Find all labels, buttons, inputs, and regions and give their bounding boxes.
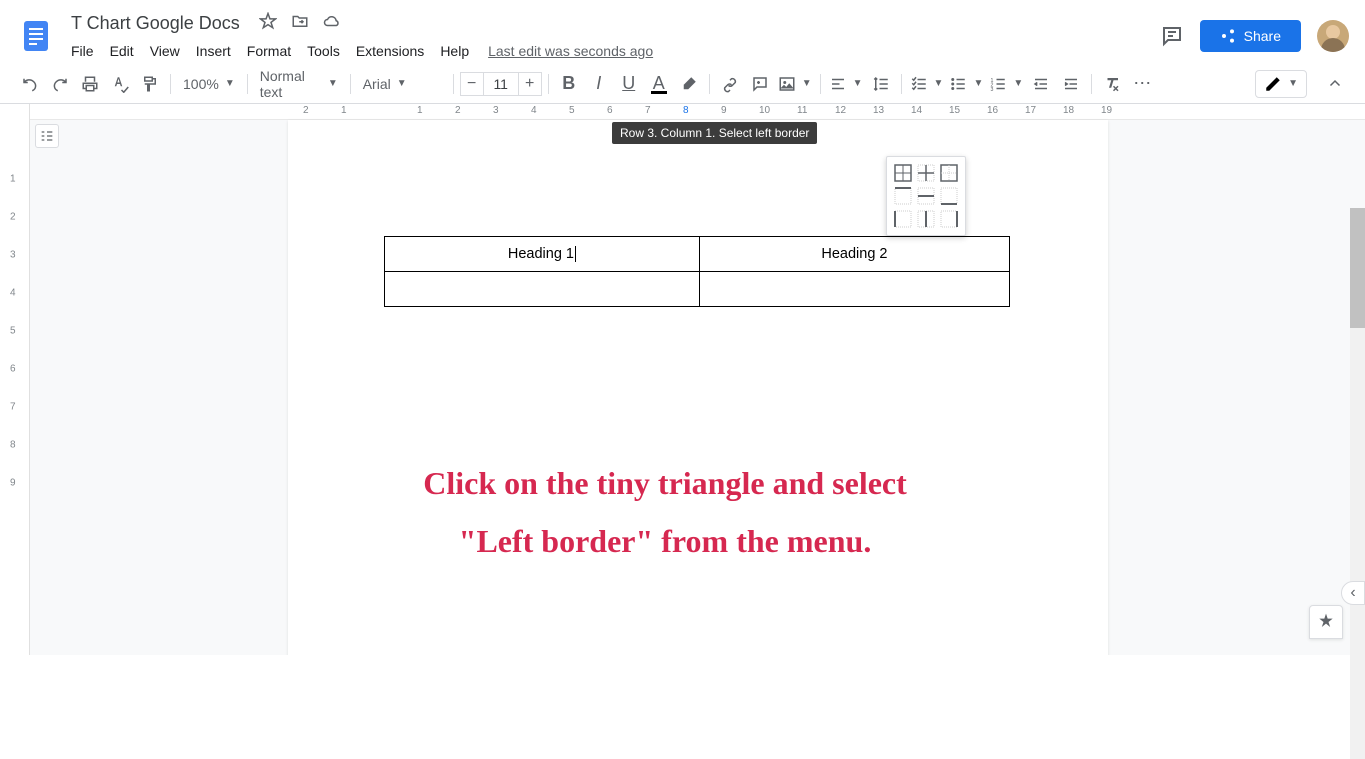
font-size-decrease[interactable]: − <box>460 72 484 96</box>
border-tooltip: Row 3. Column 1. Select left border <box>612 122 817 144</box>
menu-view[interactable]: View <box>143 39 187 63</box>
menu-format[interactable]: Format <box>240 39 298 63</box>
annotation-text: Click on the tiny triangle and select "L… <box>335 455 995 570</box>
spellcheck-button[interactable] <box>106 70 134 98</box>
menu-edit[interactable]: Edit <box>103 39 141 63</box>
table-cell[interactable]: Heading 2 <box>700 237 1009 272</box>
italic-button[interactable]: I <box>585 70 613 98</box>
share-button[interactable]: Share <box>1200 20 1301 52</box>
redo-button[interactable] <box>46 70 74 98</box>
font-select[interactable]: Arial▼ <box>357 72 447 96</box>
outdent-button[interactable] <box>1027 70 1055 98</box>
font-size-input[interactable] <box>484 72 518 96</box>
vertical-ruler: 1 2 3 4 5 6 7 8 9 <box>0 104 30 655</box>
comments-icon[interactable] <box>1160 24 1184 48</box>
border-left[interactable] <box>893 209 913 229</box>
collapse-toolbar-button[interactable] <box>1321 70 1349 98</box>
table-row[interactable]: Heading 1 Heading 2 <box>384 237 1009 272</box>
bold-button[interactable]: B <box>555 70 583 98</box>
menu-tools[interactable]: Tools <box>300 39 347 63</box>
bullet-list-button[interactable]: ▼ <box>947 73 985 95</box>
document-page[interactable]: Heading 1 Heading 2 <box>288 120 1108 655</box>
vertical-scrollbar[interactable] <box>1350 208 1365 759</box>
underline-button[interactable]: U <box>615 70 643 98</box>
checklist-button[interactable]: ▼ <box>908 73 946 95</box>
align-button[interactable]: ▼ <box>827 73 865 95</box>
menu-help[interactable]: Help <box>433 39 476 63</box>
link-button[interactable] <box>716 70 744 98</box>
border-bottom[interactable] <box>939 186 959 206</box>
border-outer[interactable] <box>939 163 959 183</box>
border-menu <box>886 156 966 236</box>
star-icon[interactable] <box>259 12 277 35</box>
indent-button[interactable] <box>1057 70 1085 98</box>
highlight-button[interactable] <box>675 70 703 98</box>
number-list-button[interactable]: 123▼ <box>987 73 1025 95</box>
comment-button[interactable] <box>746 70 774 98</box>
border-inner[interactable] <box>916 163 936 183</box>
table-cell[interactable]: Heading 1 <box>384 237 700 272</box>
document-table[interactable]: Heading 1 Heading 2 <box>384 236 1010 307</box>
zoom-select[interactable]: 100%▼ <box>177 72 241 96</box>
cloud-icon[interactable] <box>323 12 341 35</box>
avatar[interactable] <box>1317 20 1349 52</box>
side-panel-toggle[interactable]: ‹ <box>1341 581 1365 605</box>
font-size-increase[interactable]: + <box>518 72 542 96</box>
print-button[interactable] <box>76 70 104 98</box>
svg-text:3: 3 <box>991 86 994 92</box>
undo-button[interactable] <box>16 70 44 98</box>
table-cell[interactable] <box>384 272 700 307</box>
table-cell[interactable] <box>700 272 1009 307</box>
paint-format-button[interactable] <box>136 70 164 98</box>
table-row[interactable] <box>384 272 1009 307</box>
more-button[interactable]: ⋯ <box>1128 70 1156 98</box>
menu-insert[interactable]: Insert <box>189 39 238 63</box>
share-label: Share <box>1244 28 1281 44</box>
line-spacing-button[interactable] <box>867 70 895 98</box>
explore-button[interactable] <box>1309 605 1343 639</box>
text-color-button[interactable]: A <box>645 70 673 98</box>
image-button[interactable]: ▼ <box>776 73 814 95</box>
border-top[interactable] <box>893 186 913 206</box>
border-all[interactable] <box>893 163 913 183</box>
document-title[interactable]: T Chart Google Docs <box>64 10 247 37</box>
last-edit-link[interactable]: Last edit was seconds ago <box>488 43 653 59</box>
border-right[interactable] <box>939 209 959 229</box>
menu-file[interactable]: File <box>64 39 101 63</box>
menu-extensions[interactable]: Extensions <box>349 39 431 63</box>
clear-format-button[interactable] <box>1098 70 1126 98</box>
border-horizontal[interactable] <box>916 186 936 206</box>
move-icon[interactable] <box>291 12 309 35</box>
border-vertical[interactable] <box>916 209 936 229</box>
editing-mode-button[interactable]: ▼ <box>1255 70 1307 98</box>
docs-logo[interactable] <box>16 16 56 56</box>
style-select[interactable]: Normal text▼ <box>254 64 344 104</box>
horizontal-ruler: 2 1 1 2 3 4 5 6 7 8 9 10 11 12 13 14 15 … <box>30 104 1365 120</box>
